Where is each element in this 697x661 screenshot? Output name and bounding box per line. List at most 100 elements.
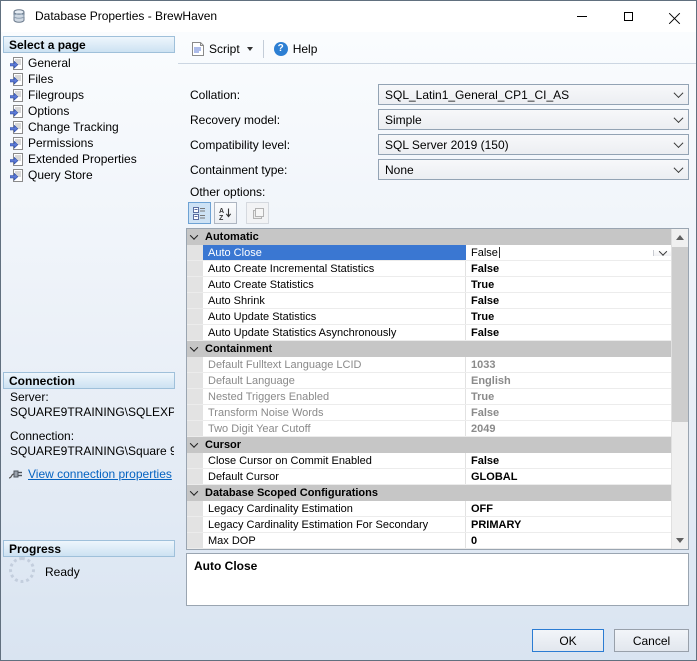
category-indent [187, 533, 203, 548]
property-pages-button [246, 202, 269, 224]
page-icon [10, 169, 23, 182]
page-icon [10, 121, 23, 134]
scroll-up-button[interactable] [672, 229, 688, 246]
property-value[interactable]: False [466, 405, 671, 420]
grid-row-two-digit-year-cutoff[interactable]: Two Digit Year Cutoff2049 [187, 421, 671, 437]
sidebar-item-files[interactable]: Files [3, 71, 175, 87]
collapse-icon[interactable] [190, 487, 198, 495]
property-name: Auto Close [203, 245, 466, 260]
sidebar-item-label: Change Tracking [28, 120, 119, 134]
grid-row-legacy-cardinality-estimation-for-secondary[interactable]: Legacy Cardinality Estimation For Second… [187, 517, 671, 533]
value-dropdown-button[interactable] [653, 250, 671, 256]
sidebar-item-query-store[interactable]: Query Store [3, 167, 175, 183]
sidebar-item-filegroups[interactable]: Filegroups [3, 87, 175, 103]
page-tree: GeneralFilesFilegroupsOptionsChange Trac… [3, 55, 175, 183]
collapse-icon[interactable] [190, 439, 198, 447]
property-name: Auto Create Incremental Statistics [203, 261, 466, 276]
compatibility-level-value: SQL Server 2019 (150) [379, 138, 668, 152]
view-connection-properties-link[interactable]: View connection properties [28, 467, 172, 481]
grid-row-close-cursor-on-commit-enabled[interactable]: Close Cursor on Commit EnabledFalse [187, 453, 671, 469]
cancel-button[interactable]: Cancel [614, 629, 689, 652]
property-value[interactable]: 0 [466, 533, 671, 548]
page-icon [10, 137, 23, 150]
property-value[interactable]: False [466, 245, 671, 260]
grid-row-default-cursor[interactable]: Default CursorGLOBAL [187, 469, 671, 485]
property-name: Default Fulltext Language LCID [203, 357, 466, 372]
property-value[interactable]: True [466, 309, 671, 324]
property-value[interactable]: 1033 [466, 357, 671, 372]
property-value[interactable]: False [466, 453, 671, 468]
property-value[interactable]: PRIMARY [466, 517, 671, 532]
grid-row-auto-create-statistics[interactable]: Auto Create StatisticsTrue [187, 277, 671, 293]
category-indent [187, 469, 203, 484]
grid-row-auto-update-statistics[interactable]: Auto Update StatisticsTrue [187, 309, 671, 325]
help-button[interactable]: Help [267, 37, 325, 61]
sidebar-item-extended-properties[interactable]: Extended Properties [3, 151, 175, 167]
close-button[interactable] [651, 1, 697, 32]
category-indent [187, 373, 203, 388]
scroll-down-button[interactable] [672, 532, 688, 549]
grid-row-transform-noise-words[interactable]: Transform Noise WordsFalse [187, 405, 671, 421]
property-name: Nested Triggers Enabled [203, 389, 466, 404]
script-icon [191, 42, 204, 56]
property-value[interactable]: English [466, 373, 671, 388]
compatibility-level-combobox[interactable]: SQL Server 2019 (150) [378, 134, 689, 155]
connection-properties-icon [8, 468, 23, 480]
categorized-view-button[interactable] [188, 202, 211, 224]
property-value[interactable]: True [466, 277, 671, 292]
alphabetical-sort-button[interactable]: A Z [214, 202, 237, 224]
category-indent [187, 277, 203, 292]
property-value[interactable]: GLOBAL [466, 469, 671, 484]
collation-combobox[interactable]: SQL_Latin1_General_CP1_CI_AS [378, 84, 689, 105]
grid-row-max-dop[interactable]: Max DOP0 [187, 533, 671, 549]
grid-category-cursor[interactable]: Cursor [187, 437, 671, 453]
property-value[interactable]: False [466, 293, 671, 308]
property-name: Transform Noise Words [203, 405, 466, 420]
collapse-icon[interactable] [190, 343, 198, 351]
category-indent [187, 405, 203, 420]
grid-row-nested-triggers-enabled[interactable]: Nested Triggers Enabled True [187, 389, 671, 405]
grid-row-auto-shrink[interactable]: Auto ShrinkFalse [187, 293, 671, 309]
sidebar-item-general[interactable]: General [3, 55, 175, 71]
titlebar: Database Properties - BrewHaven [0, 0, 697, 32]
sidebar-item-change-tracking[interactable]: Change Tracking [3, 119, 175, 135]
grid-row-auto-update-statistics-asynchronously[interactable]: Auto Update Statistics AsynchronouslyFal… [187, 325, 671, 341]
sidebar-item-permissions[interactable]: Permissions [3, 135, 175, 151]
grid-row-auto-close[interactable]: Auto CloseFalse [187, 245, 671, 261]
property-name: Auto Update Statistics Asynchronously [203, 325, 466, 340]
grid-scrollbar[interactable] [671, 229, 688, 549]
minimize-button[interactable] [559, 1, 605, 32]
property-value[interactable]: 2049 [466, 421, 671, 436]
maximize-button[interactable] [605, 1, 651, 32]
grid-row-default-fulltext-language-lcid[interactable]: Default Fulltext Language LCID1033 [187, 357, 671, 373]
property-description-panel: Auto Close [186, 553, 689, 606]
grid-row-default-language[interactable]: Default LanguageEnglish [187, 373, 671, 389]
grid-row-auto-create-incremental-statistics[interactable]: Auto Create Incremental StatisticsFalse [187, 261, 671, 277]
chevron-down-icon [668, 160, 688, 179]
scrollbar-thumb[interactable] [672, 247, 688, 422]
category-indent [187, 261, 203, 276]
grid-category-containment[interactable]: Containment [187, 341, 671, 357]
recovery-model-combobox[interactable]: Simple [378, 109, 689, 130]
sidebar-item-label: General [28, 56, 71, 70]
ok-button[interactable]: OK [532, 629, 604, 652]
sidebar-item-label: Permissions [28, 136, 93, 150]
grid-row-legacy-cardinality-estimation[interactable]: Legacy Cardinality EstimationOFF [187, 501, 671, 517]
containment-type-combobox[interactable]: None [378, 159, 689, 180]
property-value[interactable]: True [466, 389, 671, 404]
connection-header: Connection [3, 372, 175, 389]
script-button[interactable]: Script [184, 37, 260, 61]
property-value[interactable]: False [466, 325, 671, 340]
sidebar-item-options[interactable]: Options [3, 103, 175, 119]
property-value[interactable]: OFF [466, 501, 671, 516]
property-value-text: True [471, 391, 494, 403]
connection-label: Connection: [10, 429, 74, 443]
grid-category-automatic[interactable]: Automatic [187, 229, 671, 245]
property-value-text: PRIMARY [471, 519, 521, 531]
property-value[interactable]: False [466, 261, 671, 276]
options-property-grid: AutomaticAuto CloseFalseAuto Create Incr… [186, 228, 689, 550]
property-name: Default Cursor [203, 469, 466, 484]
grid-category-database-scoped-configurations[interactable]: Database Scoped Configurations [187, 485, 671, 501]
collapse-icon[interactable] [190, 231, 198, 239]
collation-label: Collation: [190, 88, 240, 102]
